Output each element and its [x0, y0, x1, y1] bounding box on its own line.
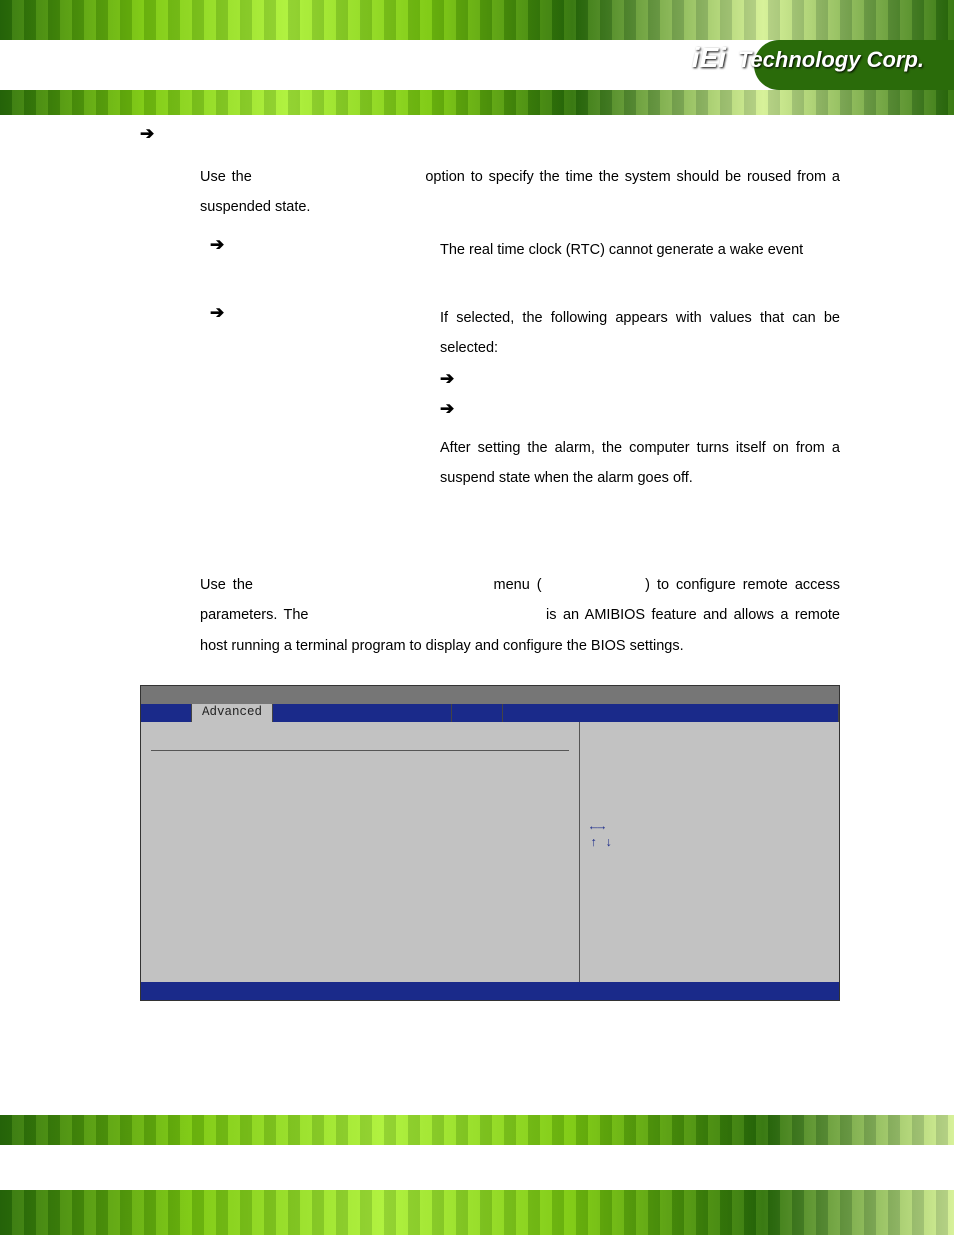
logo-area: iEi® Technology Corp. [692, 42, 924, 74]
arrow-icon: ➔ [210, 303, 224, 323]
bios-divider [151, 750, 569, 751]
arrow-icon: ➔ [440, 399, 454, 419]
arrow-icon: ➔ [440, 369, 454, 389]
bios-footer: Version 2.14.1219. Copyright (C) 2011 Am… [141, 982, 839, 1000]
bios-nav-line: EnterSelect [590, 852, 829, 866]
bios-nav-block: ←→←→ Select Screen ↑ ↓↑ ↓ Select Item En… [590, 820, 829, 962]
section2-paragraph: Use the Serial Port Console Redirection … [200, 570, 840, 661]
bios-nav-line: F2 Previous Values [590, 900, 829, 914]
option-desc-enabled: If selected, the following appears with … [440, 303, 840, 364]
bios-nav-line: F4 Save & Exit [590, 932, 829, 946]
bios-nav-line: F3 Optimized Defaults [590, 916, 829, 930]
arrow-ud-icon: ↑ ↓ [590, 836, 613, 850]
option-desc-disabled: The real time clock (RTC) cannot generat… [440, 235, 840, 265]
sub-bullet-label: System Time [465, 402, 554, 418]
arrow-lr-icon: ←→ [590, 820, 605, 834]
bios-left-heading: Serial Port Console Redirection [151, 730, 569, 744]
bios-caption: BIOS Menu 12: Serial Port Console Redire… [140, 1011, 840, 1027]
bios-tab-security[interactable]: Security [503, 704, 839, 722]
option-label-disabled: Disabled(Default) [238, 235, 345, 251]
bios-right-pane: Console Redirection Enable or Disable ←→… [579, 722, 839, 982]
bios-tab-advanced[interactable]: Advanced [192, 704, 273, 722]
section-heading: Resume on RTC Alarm [Disabled] [164, 120, 403, 137]
p-pre: Use the [200, 577, 260, 593]
p-bold3: Serial Port Console Redirection [315, 607, 540, 623]
bios-help-line: Enable or Disable [590, 746, 829, 760]
bios-option-name: Console Redirection [151, 761, 381, 775]
footer-banner: Page 79 [0, 1115, 954, 1235]
after-text: After setting the alarm, the computer tu… [440, 433, 840, 494]
intro-paragraph: Use the Resume on RTC Alarm option to sp… [200, 162, 840, 223]
option-label-enabled: Enabled [238, 303, 294, 319]
bios-left-pane: Serial Port Console Redirection Console … [141, 722, 579, 982]
bios-nav-line: ↑ ↓↑ ↓ Select Item [590, 836, 829, 850]
sub-bullet-row: ➔ System Time [440, 399, 840, 419]
bios-nav-line: ←→←→ Select Screen [590, 820, 829, 834]
bios-nav-line: + - Change Opt. [590, 868, 829, 882]
sub-bullet-row: ➔ RTC Alarm Date (Days) [440, 369, 840, 389]
bios-option-val: [Disabled] [381, 761, 456, 775]
bios-tab-boot[interactable]: Boot [452, 704, 503, 722]
logo-mark: iEi [692, 42, 726, 73]
page-number: Page 79 [644, 1153, 874, 1183]
logo-text: Technology Corp. [738, 47, 924, 72]
p-mid1: menu ( [487, 577, 542, 593]
bios-settings-line[interactable]: > Console Redirection Settings [151, 779, 569, 793]
bios-tab-main[interactable]: Main [141, 704, 192, 722]
page-content: ➔ Resume on RTC Alarm [Disabled] Use the… [140, 120, 840, 1027]
arrow-icon: ➔ [140, 124, 154, 144]
header-banner: iEi® Technology Corp. [0, 0, 954, 115]
bios-nav-line: ESC Exit [590, 948, 829, 962]
bios-option-row[interactable]: Console Redirection [Disabled] [151, 761, 569, 775]
bios-tab-row: Main Advanced Chipset Boot Security [141, 704, 839, 722]
bios-menu: Aptio Setup Utility – Copyright (C) 2011… [140, 685, 840, 1001]
section-title: 5.3.8 Serial Port Console Redirection [140, 534, 840, 552]
logo-reg: ® [726, 59, 733, 70]
intro-pre: Use the [200, 169, 258, 185]
bios-tab-chipset[interactable]: Chipset [273, 704, 452, 722]
p-bold1: Serial Port Console Redirection [260, 577, 487, 593]
bios-body: Serial Port Console Redirection Console … [141, 722, 839, 982]
p-bold2: BIOS Menu 12 [542, 577, 645, 593]
bios-title: Aptio Setup Utility – Copyright (C) 2011… [141, 686, 839, 704]
sub-bullet-label: RTC Alarm Date (Days) [465, 372, 623, 388]
bios-help-line: Console Redirection [590, 730, 829, 744]
intro-bold: Resume on RTC Alarm [258, 169, 420, 185]
bios-nav-line: F1 General Help [590, 884, 829, 898]
arrow-icon: ➔ [210, 235, 224, 255]
